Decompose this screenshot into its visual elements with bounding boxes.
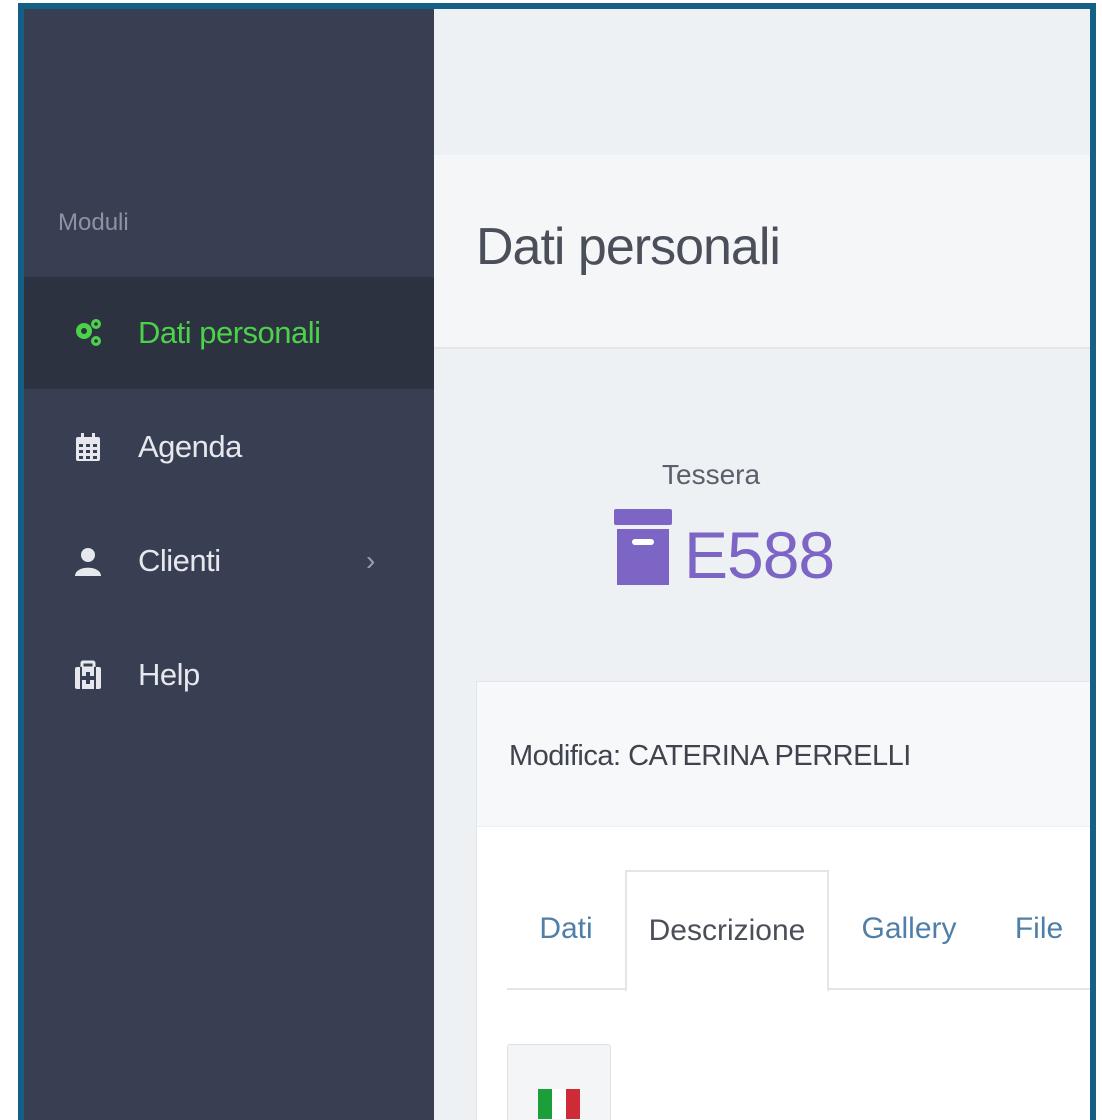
language-button[interactable] (507, 1044, 611, 1120)
chevron-right-icon: › (366, 545, 376, 576)
stat-value: E588 (684, 518, 835, 592)
sidebar-item-help[interactable]: Help (24, 619, 434, 731)
main-content: Dati personali Tessera E588 Modifica: CA… (434, 9, 1090, 1120)
tab-descrizione[interactable]: Descrizione (625, 870, 829, 992)
sidebar-section-label: Moduli (58, 209, 129, 236)
sidebar-item-agenda[interactable]: Agenda (24, 391, 434, 503)
sidebar-item-label: Agenda (138, 429, 242, 464)
tab-file[interactable]: File (989, 870, 1089, 988)
gears-icon (76, 319, 101, 346)
stat-label: Tessera (662, 459, 761, 490)
sidebar-item-label: Help (138, 657, 200, 692)
user-icon (75, 548, 101, 576)
edit-panel: Modifica: CATERINA PERRELLI Dati Descriz… (476, 681, 1090, 1120)
sidebar-item-clienti[interactable]: Clienti › (24, 505, 434, 617)
tab-dati[interactable]: Dati (507, 870, 625, 988)
page-title: Dati personali (476, 218, 781, 276)
tab-bar: Dati Descrizione Gallery File (507, 870, 1090, 992)
archive-icon (614, 509, 672, 585)
app-window: Moduli Dati personali Agenda Clienti › H… (18, 3, 1096, 1120)
sidebar-item-label: Dati personali (138, 315, 321, 350)
italy-flag-icon (538, 1089, 580, 1119)
sidebar-item-label: Clienti (138, 543, 221, 578)
panel-title: Modifica: CATERINA PERRELLI (509, 740, 911, 772)
medkit-icon (75, 660, 101, 689)
top-bar (434, 9, 1090, 155)
page-header: Dati personali (434, 155, 1090, 349)
panel-header: Modifica: CATERINA PERRELLI (477, 682, 1090, 827)
sidebar: Moduli Dati personali Agenda Clienti › H… (24, 9, 434, 1120)
calendar-icon (76, 433, 100, 461)
tab-gallery[interactable]: Gallery (829, 870, 989, 988)
sidebar-item-dati-personali[interactable]: Dati personali (24, 277, 434, 389)
